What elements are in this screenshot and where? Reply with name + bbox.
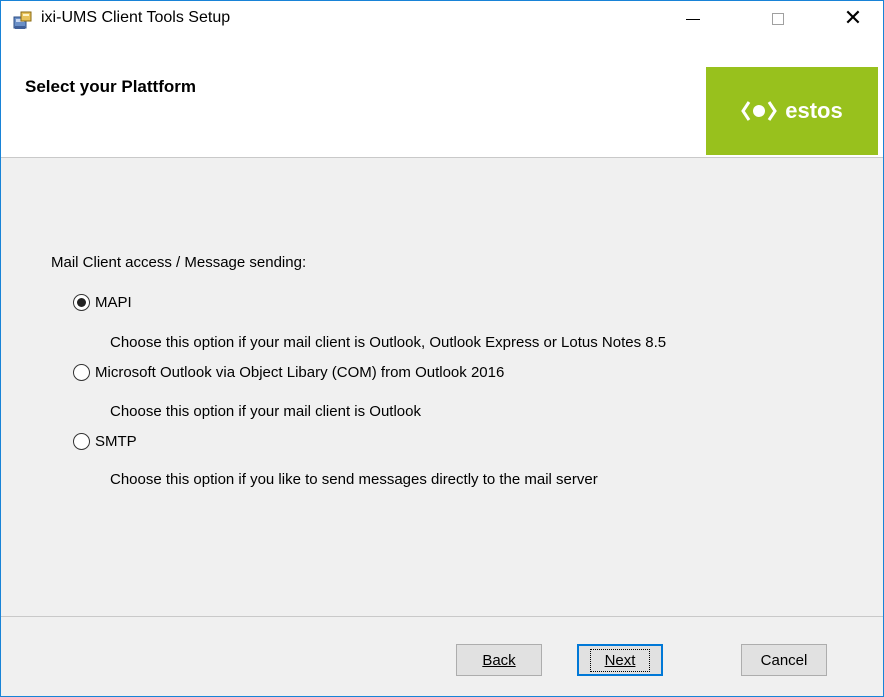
option-label-mapi: MAPI — [95, 294, 132, 311]
back-button[interactable]: Back — [456, 644, 542, 676]
cancel-button-label: Cancel — [760, 651, 808, 669]
radio-option-com[interactable]: Microsoft Outlook via Object Libary (COM… — [73, 364, 504, 381]
window-title: ixi-UMS Client Tools Setup — [41, 9, 231, 26]
radio-selected-dot — [77, 298, 86, 307]
next-button[interactable]: Next — [577, 644, 663, 676]
close-button[interactable]: ✕ — [829, 1, 877, 37]
radio-option-smtp[interactable]: SMTP — [73, 433, 137, 450]
installer-package-icon — [13, 11, 32, 29]
setup-window: ixi-UMS Client Tools Setup ✕ Select your… — [0, 0, 884, 697]
minimize-icon — [686, 18, 700, 20]
minimize-button[interactable] — [669, 1, 717, 37]
logo-text: estos — [785, 98, 843, 123]
close-icon: ✕ — [843, 6, 863, 31]
content-area: Mail Client access / Message sending: MA… — [1, 158, 883, 616]
option-description-mapi: Choose this option if your mail client i… — [110, 334, 667, 351]
radio-button-mapi[interactable] — [73, 294, 90, 311]
radio-button-com[interactable] — [73, 364, 90, 381]
maximize-icon — [772, 13, 784, 25]
radio-button-smtp[interactable] — [73, 433, 90, 450]
next-button-label: Next — [589, 648, 651, 672]
section-label: Mail Client access / Message sending: — [51, 254, 307, 271]
back-button-label: Back — [482, 651, 516, 669]
radio-option-mapi[interactable]: MAPI — [73, 294, 132, 311]
estos-logo: estos — [706, 67, 878, 155]
footer-divider — [1, 616, 883, 617]
cancel-button[interactable]: Cancel — [741, 644, 827, 676]
option-description-com: Choose this option if your mail client i… — [110, 403, 421, 420]
title-bar[interactable]: ixi-UMS Client Tools Setup ✕ — [1, 1, 883, 37]
page-title: Select your Plattform — [25, 77, 196, 96]
estos-logo-mark-icon — [741, 99, 778, 123]
option-description-smtp: Choose this option if you like to send m… — [110, 471, 598, 488]
option-label-smtp: SMTP — [95, 433, 137, 450]
option-label-com: Microsoft Outlook via Object Libary (COM… — [95, 364, 505, 381]
maximize-button[interactable] — [754, 1, 802, 37]
header-banner: Select your Plattform estos — [1, 37, 883, 158]
